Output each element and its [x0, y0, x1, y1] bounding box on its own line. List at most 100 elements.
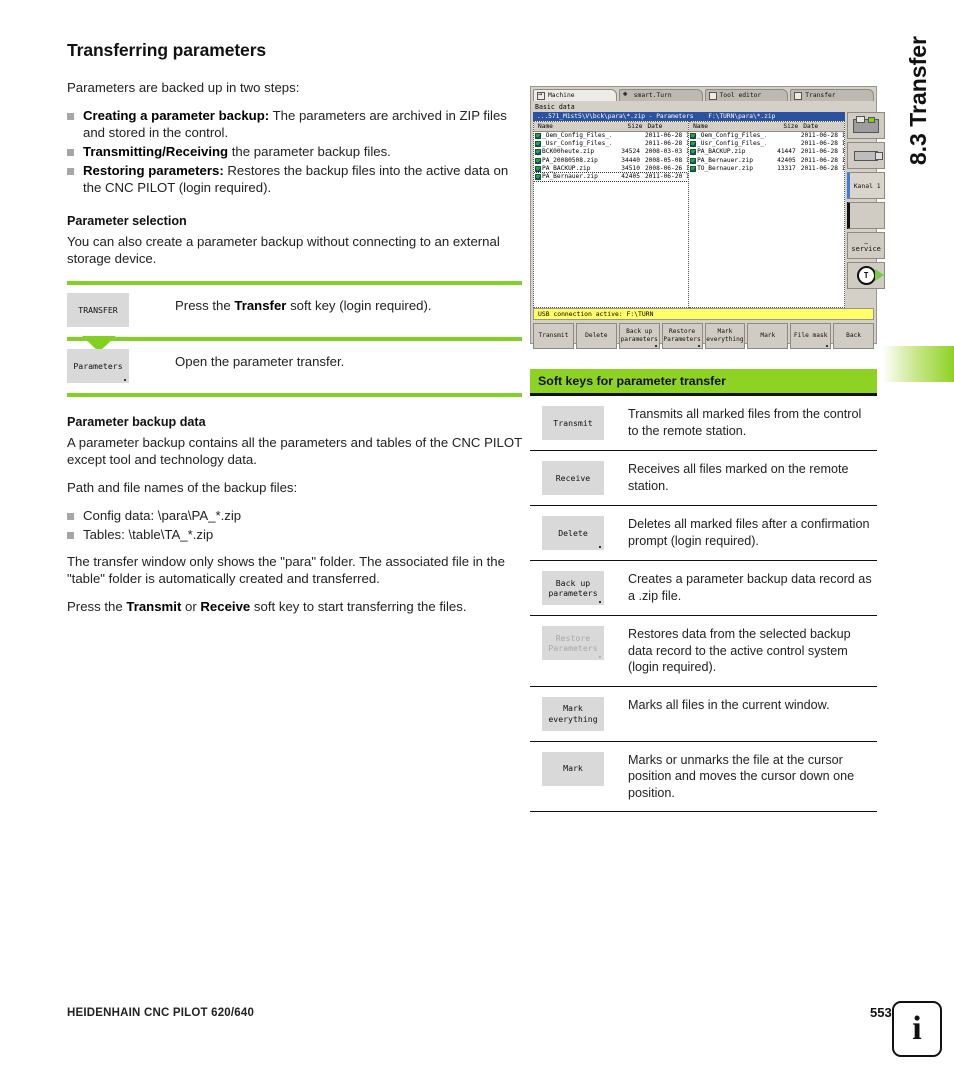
bottom-key-back-up-parameters[interactable]: Back up parameters: [618, 323, 660, 349]
softkey-receive[interactable]: Receive: [542, 461, 604, 495]
file-name: BCK00heute.zip: [542, 148, 595, 156]
bottom-key-restore-label: Restore Parameters: [663, 328, 700, 344]
softkey-description: Restores data from the selected backup d…: [628, 627, 851, 674]
file-name: _Oem_Config_Files_.zip: [542, 132, 611, 139]
file-name: PA_BACKUP.zip: [542, 164, 591, 172]
file-size: 34510: [621, 164, 640, 172]
softkey-reference-table: Soft keys for parameter transfer Transmi…: [530, 369, 877, 812]
table-row[interactable]: PA_20080508.zip 34440 2008-05-08 13:43: [534, 157, 688, 165]
bottom-key-delete[interactable]: Delete: [575, 323, 617, 349]
file-name: _Usr_Config_Files_.zip: [697, 140, 766, 148]
marked-file-icon: [535, 149, 541, 156]
tab-tool-editor[interactable]: Tool editor: [704, 89, 789, 101]
bottom-key-transmit[interactable]: Transmit: [533, 323, 574, 349]
softkey-table-header: Soft keys for parameter transfer: [530, 369, 877, 393]
softkey-parameters[interactable]: Parameters: [67, 349, 129, 383]
backup-data-paragraph-4: Press the Transmit or Receive soft key t…: [67, 598, 522, 615]
file-list-header: Name Size Date: [689, 122, 845, 132]
path-bar: ...571_M1st5\V\bck\para\*.zip - Paramete…: [533, 112, 846, 121]
softkey-mark-everything[interactable]: Mark everything: [542, 696, 604, 731]
file-date: 2008-05-08 13:43: [644, 156, 688, 164]
file-date: 2011-06-28 13:06: [800, 140, 846, 148]
file-list-local[interactable]: Name Size Date _Oem_Config_Files_.zip 20…: [533, 121, 690, 308]
column-name: Name: [693, 123, 708, 130]
bottom-key-markall-line2: everything: [706, 336, 744, 343]
bottom-key-back[interactable]: Back: [833, 323, 874, 349]
softkey-cell: Mark: [530, 742, 622, 812]
backup-steps-list: Creating a parameter backup: The paramet…: [67, 107, 522, 196]
softkey-delete[interactable]: Delete: [542, 516, 604, 550]
tab-machine-label: Machine: [548, 92, 575, 99]
table-row[interactable]: _Usr_Config_Files_.zip 2011-06-28 13:06: [534, 140, 688, 148]
bottom-key-mark[interactable]: Mark: [747, 323, 789, 349]
softkey-cell: Delete: [530, 506, 622, 560]
divider-rule-bottom: [67, 393, 522, 397]
list-item-bold: Restoring parameters:: [83, 163, 224, 178]
softkey-mark[interactable]: Mark: [542, 751, 604, 786]
bottom-key-backup-line1: Back up: [626, 328, 653, 335]
file-name: PA_BACKUP.zip: [697, 148, 746, 156]
softkey-transfer[interactable]: TRANSFER: [67, 293, 129, 327]
file-size: [766, 132, 796, 140]
softkey-restore-parameters[interactable]: Restore Parameters: [542, 626, 604, 660]
bottom-key-restore-line1: Restore: [669, 328, 696, 335]
bottom-key-back-label: Back: [846, 332, 862, 339]
bottom-key-mark-label: Mark: [760, 332, 776, 339]
step-row-transfer: TRANSFER Press the Transfer soft key (lo…: [67, 285, 522, 337]
step-desc-post: soft key (login required).: [286, 298, 432, 313]
table-row-selected[interactable]: PA_Bernauer.zip 42405 2011-06-20 15:00: [534, 171, 689, 183]
softkey-transmit-label: Transmit: [553, 417, 593, 428]
table-row[interactable]: BCK00heute.zip 34524 2008-03-03 13:21: [534, 148, 688, 156]
table-row[interactable]: _Oem_Config_Files_.zip 2011-06-28 13:06: [534, 132, 688, 140]
bottom-key-backup-line2: parameters: [620, 336, 658, 343]
softkey-cell: Mark everything: [530, 687, 622, 741]
vertical-key-tool[interactable]: [847, 142, 886, 169]
bottom-key-backup-label: Back up parameters: [621, 328, 658, 344]
table-row[interactable]: _Usr_Config_Files_.zip 2011-06-28 13:06: [689, 140, 844, 148]
softkey-back-up-parameters[interactable]: Back up parameters: [542, 571, 604, 605]
tab-transfer[interactable]: Transfer: [790, 89, 874, 101]
vertical-key-blank[interactable]: [847, 202, 886, 229]
softkey-more-dot-icon: [826, 345, 829, 347]
softkey-more-dot-icon: [124, 379, 126, 381]
tab-smart-turn[interactable]: smart.Turn: [618, 89, 703, 101]
list-item-bold: Transmitting/Receiving: [83, 144, 229, 159]
tab-machine[interactable]: Machine: [533, 89, 617, 101]
softkey-description: Marks or unmarks the file at the cursor …: [628, 752, 855, 800]
file-name: PA_Bernauer.zip: [697, 156, 753, 164]
list-item: Tables: \table\TA_*.zip: [67, 526, 522, 543]
vertical-key-service[interactable]: ⚊ service: [847, 232, 886, 259]
bottom-softkey-row: Transmit Delete Back up parameters Restor…: [531, 320, 876, 352]
bottom-key-restore-parameters[interactable]: Restore Parameters: [661, 323, 703, 349]
status-bar: USB connection active: F:\TURN: [533, 308, 874, 320]
vertical-key-tool-call[interactable]: T: [847, 262, 886, 289]
step-description: Press the Transfer soft key (login requi…: [175, 285, 522, 314]
softkey-more-dot-icon: [654, 345, 657, 347]
file-panes: ...571_M1st5\V\bck\para\*.zip - Paramete…: [533, 112, 846, 308]
file-name: _Oem_Config_Files_.zip: [697, 132, 766, 139]
cnc-screen-illustration: Machine smart.Turn Tool editor Transfer …: [530, 86, 886, 349]
table-row[interactable]: _Oem_Config_Files_.zip 2011-06-28 13:06: [689, 132, 844, 140]
backup-data-paragraph-1: A parameter backup contains all the para…: [67, 435, 522, 467]
file-size: [766, 140, 796, 148]
vertical-key-kanal[interactable]: Kanal 1: [847, 172, 886, 199]
table-row[interactable]: TO_Bernauer.zip 13317 2011-06-28 13:06: [689, 165, 844, 173]
bottom-key-markall-line1: Mark: [717, 328, 733, 335]
table-row: Mark everything Marks all files in the cu…: [530, 687, 877, 742]
softkey-transmit[interactable]: Transmit: [542, 406, 604, 440]
softkey-more-dot-icon: [599, 656, 601, 658]
bottom-key-file-mask[interactable]: File mask: [790, 323, 832, 349]
table-row[interactable]: PA_BACKUP.zip 41447 2011-06-28 14:55: [689, 148, 844, 156]
file-date: 2011-06-28 13:06: [644, 140, 688, 148]
vertical-key-machine[interactable]: [847, 112, 886, 139]
file-size: [611, 140, 640, 148]
bottom-key-mark-everything[interactable]: Mark everything: [704, 323, 746, 349]
marked-file-icon: [535, 157, 541, 164]
table-row[interactable]: PA_Bernauer.zip 42405 2011-06-28 13:06: [689, 157, 844, 165]
file-list-remote[interactable]: Name Size Date _Oem_Config_Files_.zip 20…: [689, 121, 846, 308]
table-row[interactable]: PA_BACKUP.zip 34510 2008-06-26 12:12: [534, 165, 688, 173]
vertical-key-service-label: service: [851, 244, 881, 253]
softkey-parameters-label: Parameters: [73, 361, 123, 371]
file-size: 34524: [621, 148, 640, 156]
basic-data-label: Basic data: [531, 101, 876, 112]
